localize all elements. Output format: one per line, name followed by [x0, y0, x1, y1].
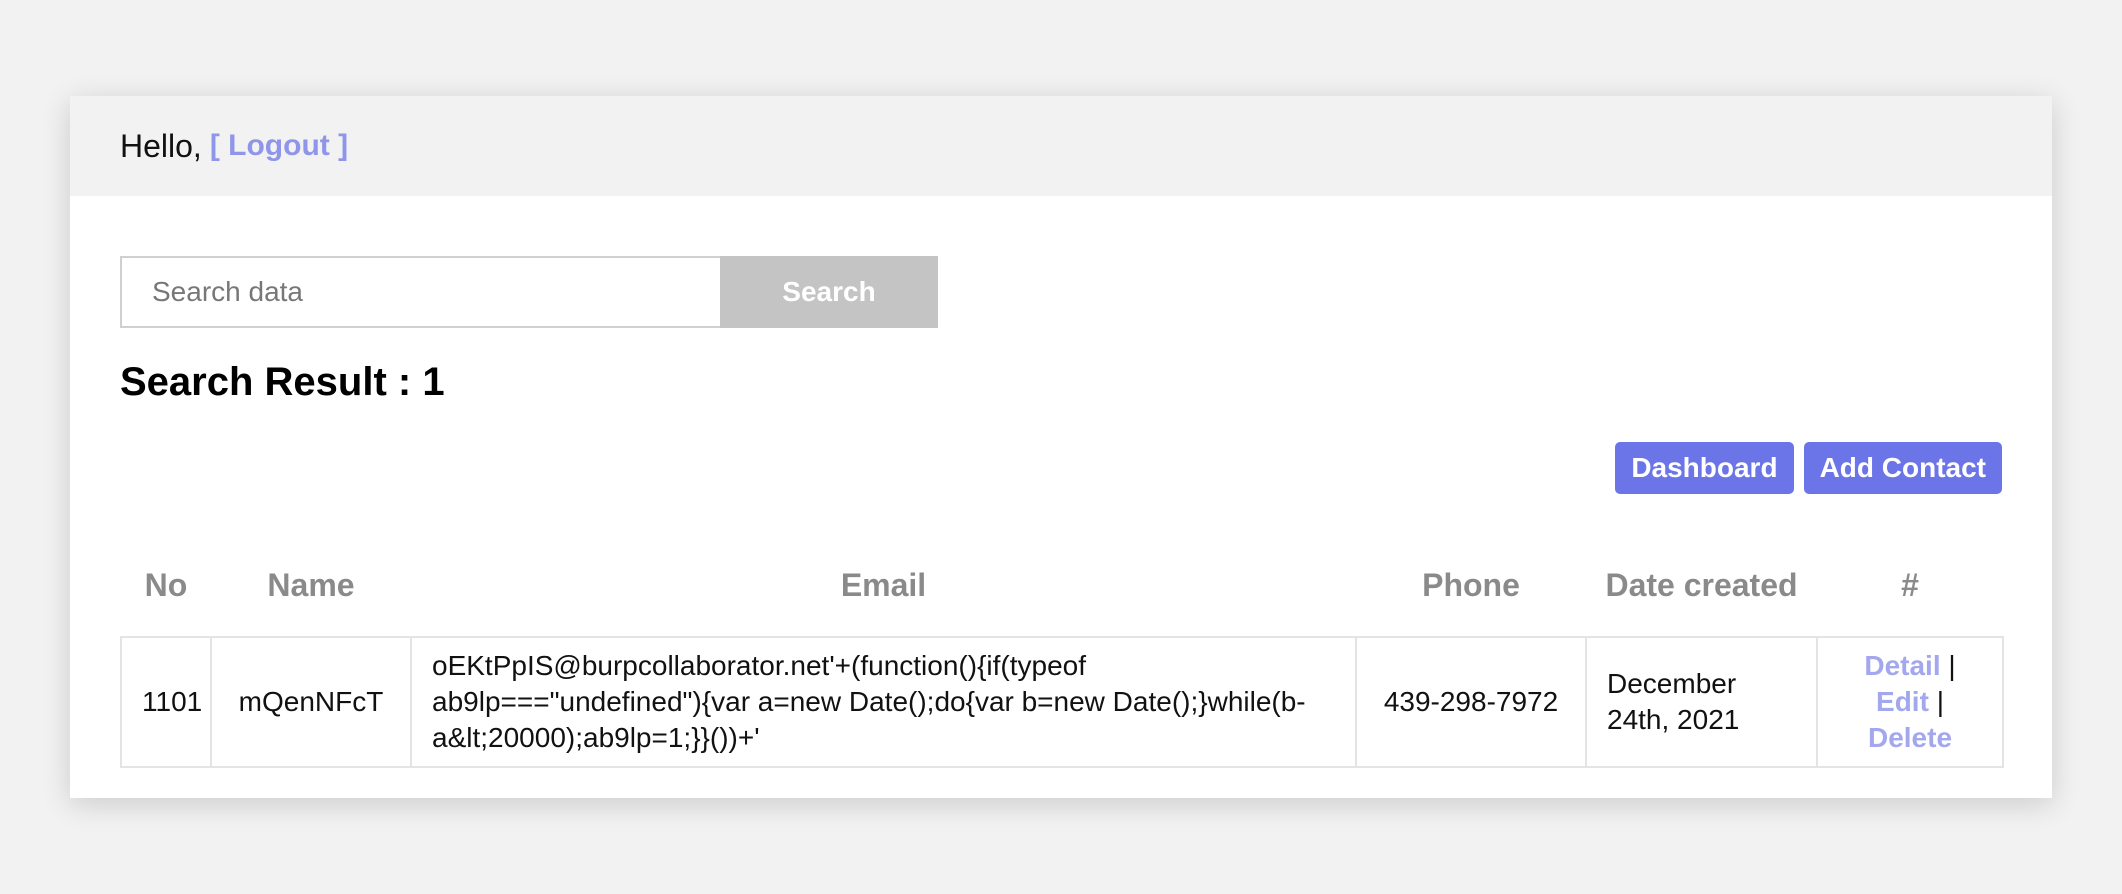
detail-link[interactable]: Detail — [1864, 650, 1940, 681]
table-header-row: No Name Email Phone Date created # — [121, 534, 2003, 637]
cell-no: 1101 — [120, 636, 212, 768]
cell-actions: Detail | Edit | Delete — [1816, 636, 2004, 768]
main-card: Hello, [ Logout ] Search Search Result :… — [70, 96, 2052, 798]
separator: | — [1948, 650, 1956, 681]
greeting-text: Hello, — [120, 127, 202, 164]
top-bar: Hello, [ Logout ] — [70, 96, 2052, 196]
cell-email: oEKtPpIS@burpcollaborator.net'+(function… — [410, 636, 1357, 768]
column-header-phone: Phone — [1422, 567, 1520, 603]
search-input[interactable] — [120, 256, 720, 328]
column-header-actions: # — [1901, 567, 1919, 603]
table-row: 1101 mQenNFcT oEKtPpIS@burpcollaborator.… — [120, 636, 2004, 768]
column-header-date-created: Date created — [1605, 567, 1798, 603]
column-header-no: No — [144, 567, 188, 603]
column-header-name: Name — [267, 567, 355, 603]
logout-link[interactable]: [ Logout ] — [210, 129, 348, 163]
contacts-table: No Name Email Phone Date created # 1101 … — [120, 534, 2004, 768]
dashboard-button[interactable]: Dashboard — [1615, 442, 1794, 494]
delete-link[interactable]: Delete — [1868, 722, 1952, 753]
separator: | — [1936, 686, 1944, 717]
cell-phone: 439-298-7972 — [1355, 636, 1587, 768]
search-bar: Search — [120, 256, 2002, 328]
add-contact-button[interactable]: Add Contact — [1803, 442, 2002, 494]
cell-date-created: December 24th, 2021 — [1585, 636, 1818, 768]
search-result-heading: Search Result : 1 — [120, 360, 445, 404]
search-button[interactable]: Search — [720, 256, 938, 328]
edit-link[interactable]: Edit — [1876, 686, 1929, 717]
column-header-email: Email — [840, 567, 927, 603]
content-area: Search Search Result : 1 Dashboard Add C… — [70, 196, 2052, 768]
cell-name: mQenNFcT — [210, 636, 412, 768]
action-buttons: Dashboard Add Contact — [120, 442, 2002, 494]
